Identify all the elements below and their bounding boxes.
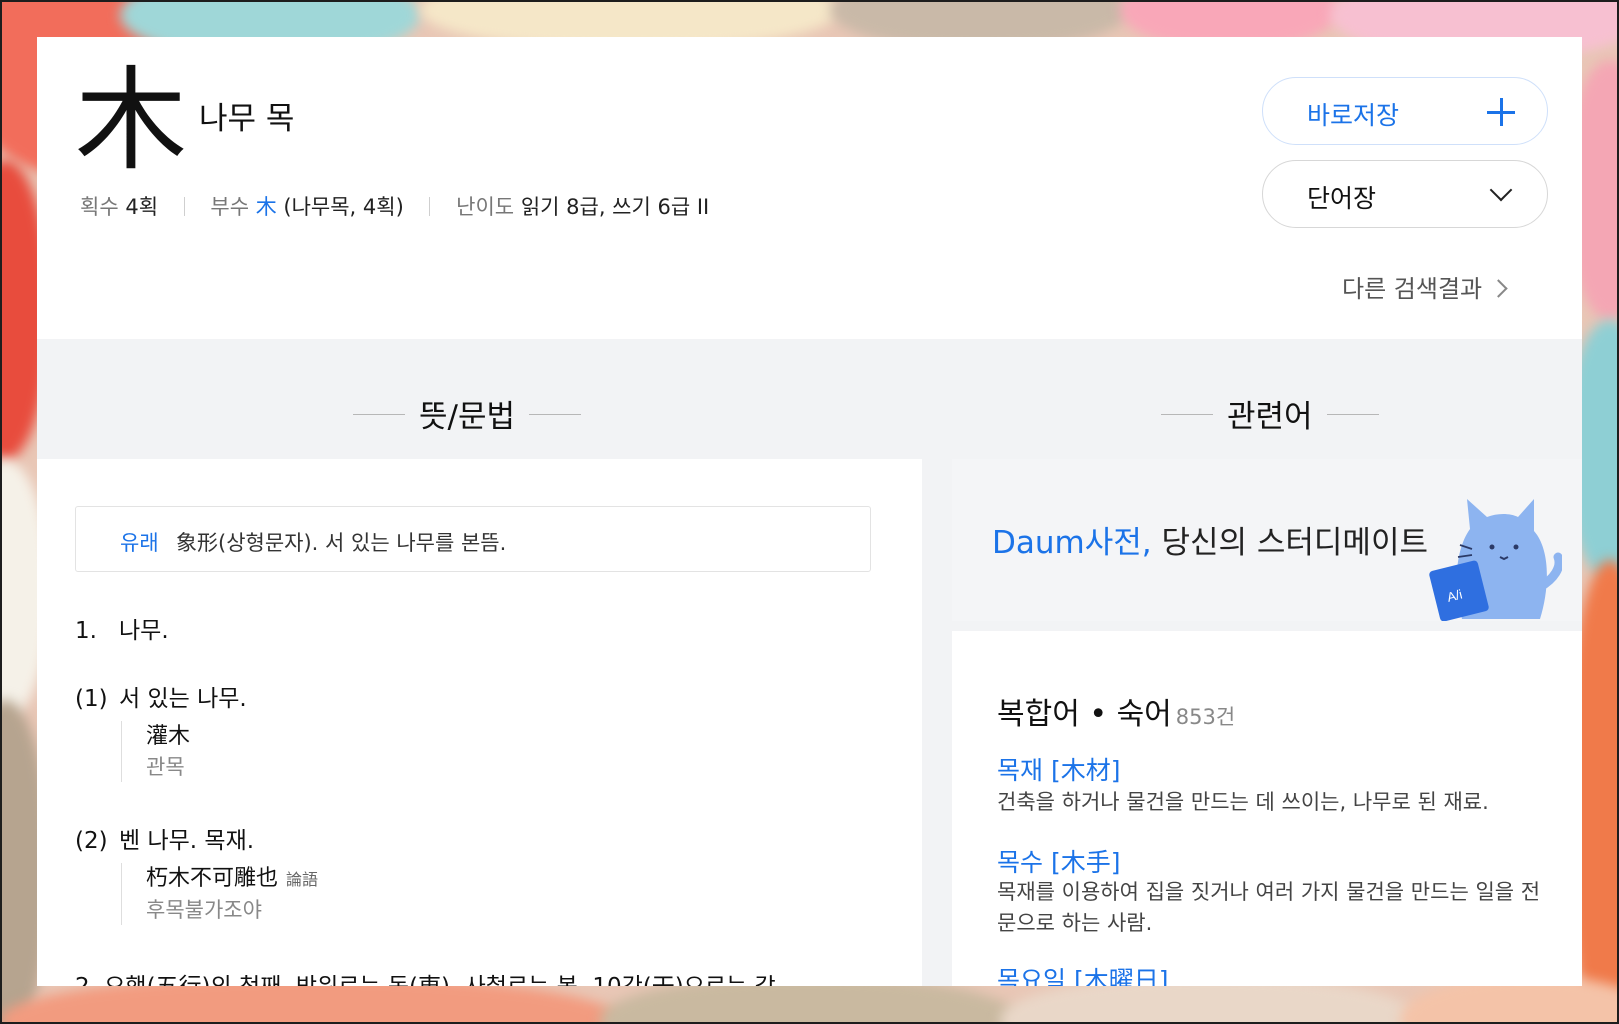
strokes-label: 획수 xyxy=(80,195,119,219)
sub-number: (2) xyxy=(75,828,108,854)
example-block: 朽木不可雕也 論語 후목불가조야 xyxy=(121,863,318,925)
chevron-right-icon xyxy=(1489,279,1508,298)
related-panel: 복합어 • 숙어 853건 목재 [木材] 건축을 하거나 물건을 만드는 데 쓰… xyxy=(952,621,1582,986)
entry-header: 木 나무 목 획수 4획 부수 木 (나무목, 4획) 난이도 읽기 8급, 쓰… xyxy=(37,37,1582,339)
sub-text: 서 있는 나무. xyxy=(119,686,247,712)
chevron-down-icon xyxy=(1489,178,1513,202)
cat-mascot-icon: A/i xyxy=(1429,499,1562,621)
quick-save-button[interactable]: 바로저장 xyxy=(1262,77,1548,145)
meta-divider xyxy=(429,197,431,216)
difficulty-value: 읽기 8급, 쓰기 6급 II xyxy=(520,195,710,219)
meaning-text: 나무. xyxy=(119,618,169,644)
section-tabs: 뜻/문법 관련어 xyxy=(37,339,1582,459)
promo-slogan: 당신의 스터디메이트 xyxy=(1151,525,1428,561)
dictionary-card: 木 나무 목 획수 4획 부수 木 (나무목, 4획) 난이도 읽기 8급, 쓰… xyxy=(37,37,1582,986)
meaning-subitem-1: (1) 서 있는 나무. xyxy=(75,679,247,713)
promo-banner[interactable]: Daum사전, 당신의 스터디메이트 A/i xyxy=(952,459,1582,621)
promo-brand: Daum사전, xyxy=(992,525,1152,561)
meaning-item-2-partial: 2. 오행(五行)의 첫째. 방위로는 동(東), 사철로는 봄, 10간(干)… xyxy=(75,967,776,986)
hanja-meaning-sound: 나무 목 xyxy=(199,101,295,137)
related-term-link[interactable]: 목재 [木材] xyxy=(997,751,1120,787)
wordbook-dropdown[interactable]: 단어장 xyxy=(1262,160,1548,228)
difficulty-label: 난이도 xyxy=(456,195,515,219)
sub-text: 벤 나무. 목재. xyxy=(119,828,255,854)
related-heading: 복합어 • 숙어 853건 xyxy=(997,689,1235,733)
plus-icon xyxy=(1487,98,1515,126)
origin-box: 유래 象形(상형문자). 서 있는 나무를 본뜸. xyxy=(75,506,871,572)
promo-text: Daum사전, 당신의 스터디메이트 xyxy=(992,517,1428,562)
related-count: 853건 xyxy=(1175,705,1236,729)
example-hanja[interactable]: 灌木 xyxy=(146,721,190,752)
tab-meaning-grammar[interactable]: 뜻/문법 xyxy=(352,391,582,436)
example-block: 灌木 관목 xyxy=(121,721,190,782)
wordbook-label: 단어장 xyxy=(1307,184,1377,213)
related-term-link[interactable]: 목수 [木手] xyxy=(997,843,1120,879)
related-term-link[interactable]: 목요일 [木曜日] xyxy=(997,961,1168,986)
related-heading-text: 복합어 • 숙어 xyxy=(997,697,1172,732)
meaning-panel: 유래 象形(상형문자). 서 있는 나무를 본뜸. 1. 나무. (1) 서 있는 … xyxy=(37,459,922,986)
panel-gutter xyxy=(922,459,952,986)
origin-label: 유래 xyxy=(120,531,159,555)
radical-desc: (나무목, 4획) xyxy=(283,195,404,219)
example-reading: 후목불가조야 xyxy=(146,898,262,922)
example-hanja-text: 朽木不可雕也 xyxy=(146,866,279,891)
meta-divider xyxy=(183,197,185,216)
quick-save-label: 바로저장 xyxy=(1307,101,1400,130)
example-reading: 관목 xyxy=(146,755,185,779)
meaning-subitem-2: (2) 벤 나무. 목재. xyxy=(75,821,254,855)
meaning-item-1: 1. 나무. xyxy=(75,611,169,645)
related-term-desc: 건축을 하거나 물건을 만드는 데 쓰이는, 나무로 된 재료. xyxy=(997,790,1489,814)
related-term-desc: 목재를 이용하여 집을 짓거나 여러 가지 물건을 만드는 일을 전문으로 하는… xyxy=(997,880,1541,935)
example-hanja[interactable]: 朽木不可雕也 論語 xyxy=(146,863,318,895)
tab-related-words[interactable]: 관련어 xyxy=(1161,391,1378,436)
sub-number: (1) xyxy=(75,686,108,712)
other-results-link[interactable]: 다른 검색결과 xyxy=(1342,269,1508,304)
meaning-number: 1. xyxy=(75,618,97,644)
hanja-character: 木 xyxy=(75,56,187,186)
radical-label: 부수 xyxy=(210,195,250,219)
strokes-value: 4획 xyxy=(125,195,159,219)
entry-meta: 획수 4획 부수 木 (나무목, 4획) 난이도 읽기 8급, 쓰기 6급 II xyxy=(80,191,709,221)
other-results-label: 다른 검색결과 xyxy=(1342,275,1483,303)
radical-link[interactable]: 木 xyxy=(256,195,277,219)
origin-text: 象形(상형문자). 서 있는 나무를 본뜸. xyxy=(176,531,507,555)
example-source: 論語 xyxy=(286,870,319,889)
